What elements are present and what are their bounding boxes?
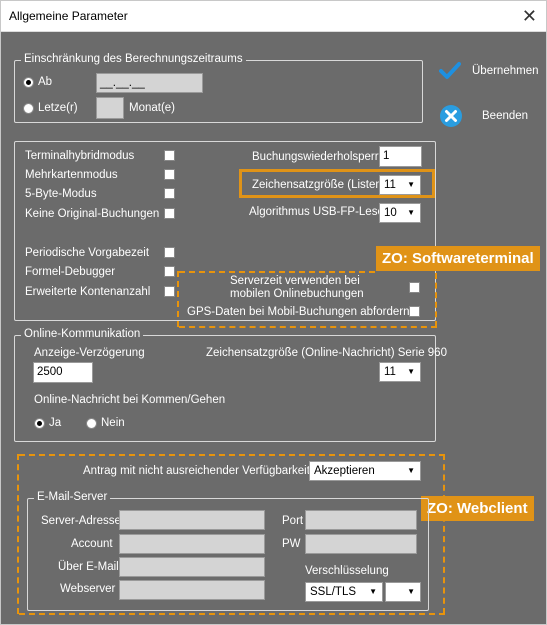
ext-accounts-checkbox[interactable] xyxy=(164,286,175,297)
formula-debugger-checkbox[interactable] xyxy=(164,266,175,277)
webclient-dash-left xyxy=(17,454,19,614)
multicard-label: Mehrkartenmodus xyxy=(25,169,118,181)
period-from-label: Ab xyxy=(38,76,53,88)
online-yes-radio[interactable] xyxy=(34,418,45,429)
no-original-checkbox[interactable] xyxy=(164,208,175,219)
webclient-dash-right xyxy=(443,454,445,614)
booking-repeat-label: Buchungswiederholsperre xyxy=(252,151,385,163)
booking-repeat-input[interactable]: 1 xyxy=(379,146,422,167)
online-charset-label: Zeichensatzgröße (Online-Nachricht) Seri… xyxy=(206,347,447,359)
period-from-date-input[interactable]: __.__.__ xyxy=(96,73,203,93)
no-original-label: Keine Original-Buchungen xyxy=(25,208,160,220)
period-from-radio[interactable] xyxy=(23,77,34,88)
webclient-dash-bottom xyxy=(19,613,445,615)
via-email-input[interactable] xyxy=(119,557,265,577)
encryption-value: SSL/TLS xyxy=(310,586,357,598)
terminalhybrid-label: Terminalhybridmodus xyxy=(25,150,135,162)
period-legend: Einschränkung des Berechnungszeitraums xyxy=(21,53,246,65)
algorithm-select[interactable]: 10 ▼ xyxy=(379,203,421,223)
server-address-input[interactable] xyxy=(119,510,265,530)
softwareterminal-dash-right xyxy=(435,273,437,327)
online-legend: Online-Kommunikation xyxy=(21,328,144,340)
exit-label: Beenden xyxy=(482,110,529,122)
softwareterminal-dash-top xyxy=(179,271,375,273)
port-input[interactable] xyxy=(305,510,417,530)
softwareterminal-badge: ZO: Softwareterminal xyxy=(376,246,540,271)
webclient-badge: ZO: Webclient xyxy=(421,496,534,521)
gps-label: GPS-Daten bei Mobil-Buchungen abfordern xyxy=(187,306,410,318)
mail-server-legend: E-Mail-Server xyxy=(34,491,111,503)
server-address-label: Server-Adresse xyxy=(41,515,121,527)
online-message-label: Online-Nachricht bei Kommen/Gehen xyxy=(34,394,226,406)
ext-accounts-label: Erweiterte Kontenanzahl xyxy=(25,286,151,298)
byte5-label: 5-Byte-Modus xyxy=(25,188,97,200)
period-last-radio[interactable] xyxy=(23,103,34,114)
delay-label: Anzeige-Verzögerung xyxy=(34,347,145,359)
chevron-down-icon: ▼ xyxy=(407,180,415,189)
chevron-down-icon: ▼ xyxy=(407,587,415,596)
multicard-checkbox[interactable] xyxy=(164,169,175,180)
periodic-checkbox[interactable] xyxy=(164,247,175,258)
server-time-label: Serverzeit verwenden bei mobilen Onlineb… xyxy=(230,275,364,300)
algorithm-value: 10 xyxy=(384,207,397,219)
period-last-label: Letze(r) xyxy=(38,102,78,114)
via-email-label: Über E-Mail xyxy=(58,561,119,573)
exit-button[interactable]: Beenden xyxy=(439,103,539,129)
close-circle-icon xyxy=(440,105,462,127)
encryption-extra-select[interactable]: ▼ xyxy=(385,582,421,602)
server-time-checkbox[interactable] xyxy=(409,282,420,293)
chevron-down-icon: ▼ xyxy=(407,466,415,475)
insufficient-label: Antrag mit nicht ausreichender Verfügbar… xyxy=(83,465,310,477)
checkmark-icon xyxy=(439,62,461,79)
charset-size-value: 11 xyxy=(384,179,396,191)
online-yes-label: Ja xyxy=(49,417,62,429)
period-months-label: Monat(e) xyxy=(129,102,176,114)
algorithm-label: Algorithmus USB-FP-Leser xyxy=(249,206,388,218)
softwareterminal-dash-left xyxy=(177,271,179,327)
encryption-select[interactable]: SSL/TLS ▼ xyxy=(305,582,383,602)
insufficient-value: Akzeptieren xyxy=(314,465,375,477)
online-no-radio[interactable] xyxy=(86,418,97,429)
charset-size-label: Zeichensatzgröße (Listen) xyxy=(252,179,386,191)
chevron-down-icon: ▼ xyxy=(369,587,377,596)
online-charset-select[interactable]: 11 ▼ xyxy=(379,362,421,382)
softwareterminal-dash-bottom xyxy=(179,326,437,328)
webclient-dash-top xyxy=(19,454,445,456)
online-no-label: Nein xyxy=(101,417,125,429)
close-icon[interactable]: ✕ xyxy=(522,5,537,27)
dialog-window: Allgemeine Parameter ✕ Übernehmen Beende… xyxy=(0,0,547,625)
accept-label: Übernehmen xyxy=(472,65,539,77)
terminalhybrid-checkbox[interactable] xyxy=(164,150,175,161)
pw-input[interactable] xyxy=(305,534,417,554)
encryption-label: Verschlüsselung xyxy=(305,565,389,577)
byte5-checkbox[interactable] xyxy=(164,188,175,199)
periodic-label: Periodische Vorgabezeit xyxy=(25,247,150,259)
period-months-input[interactable] xyxy=(96,97,124,119)
account-label: Account xyxy=(71,538,113,550)
pw-label: PW xyxy=(282,538,301,550)
online-charset-value: 11 xyxy=(384,366,396,378)
delay-input[interactable]: 2500 xyxy=(33,362,93,383)
title-bar: Allgemeine Parameter ✕ xyxy=(1,1,546,32)
insufficient-select[interactable]: Akzeptieren ▼ xyxy=(309,461,421,481)
window-title: Allgemeine Parameter xyxy=(9,9,128,23)
webserver-label: Webserver xyxy=(60,583,116,595)
chevron-down-icon: ▼ xyxy=(407,367,415,376)
account-input[interactable] xyxy=(119,534,265,554)
accept-button[interactable]: Übernehmen xyxy=(439,59,539,83)
port-label: Port xyxy=(282,515,304,527)
gps-checkbox[interactable] xyxy=(409,306,420,317)
webserver-input[interactable] xyxy=(119,580,265,600)
chevron-down-icon: ▼ xyxy=(407,208,415,217)
formula-debugger-label: Formel-Debugger xyxy=(25,266,116,278)
charset-size-select[interactable]: 11 ▼ xyxy=(379,175,421,195)
